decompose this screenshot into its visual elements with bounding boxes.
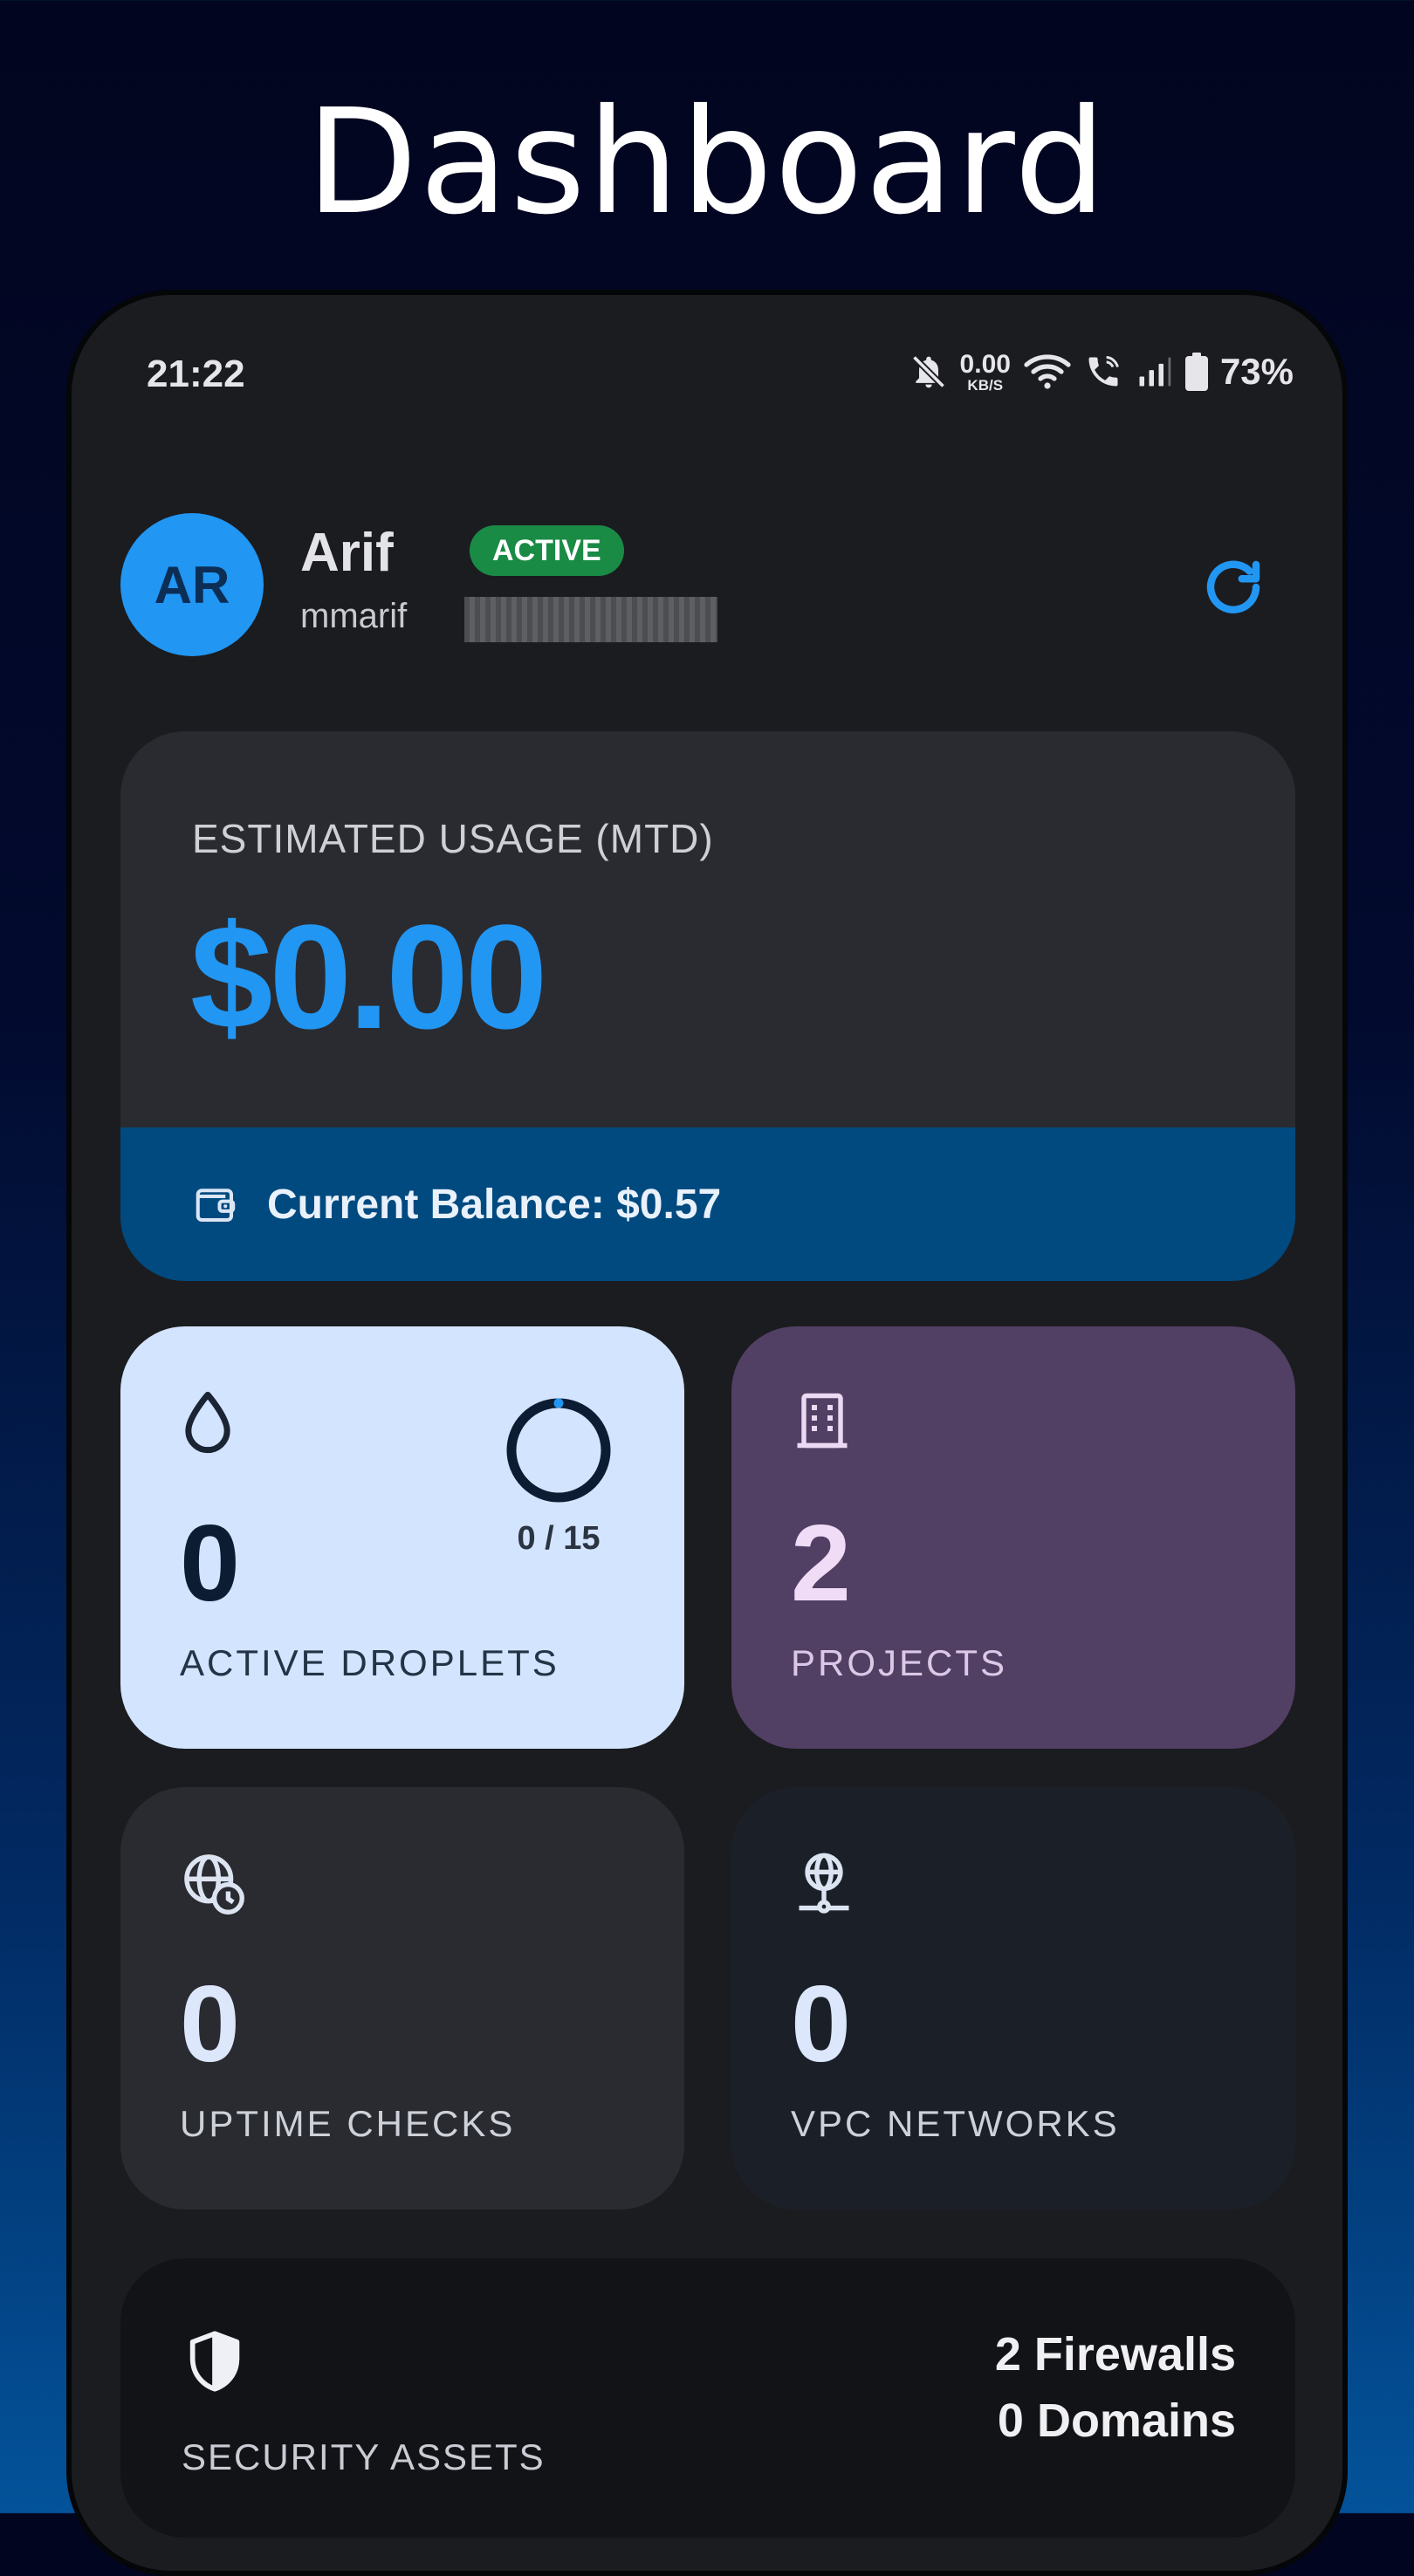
droplet-icon: [185, 1391, 230, 1454]
usage-card[interactable]: ESTIMATED USAGE (MTD) $0.00 Current Bala…: [120, 731, 1295, 1281]
tile-uptime-checks[interactable]: 0 UPTIME CHECKS: [120, 1787, 684, 2209]
net-speed: 0.00 KB/S: [959, 349, 1011, 394]
wallet-icon: [196, 1189, 236, 1223]
avatar[interactable]: AR: [120, 513, 264, 656]
vpc-count: 0: [791, 1964, 851, 2085]
tile-active-droplets[interactable]: 0 / 15 0 ACTIVE DROPLETS: [120, 1326, 684, 1749]
security-stats: 2 Firewalls 0 Domains: [995, 2321, 1236, 2454]
vpc-label: VPC NETWORKS: [791, 2103, 1120, 2144]
tile-vpc-networks[interactable]: 0 VPC NETWORKS: [731, 1787, 1295, 2209]
droplet-count: 0: [180, 1504, 240, 1624]
battery-icon: [1184, 353, 1208, 391]
uptime-label: UPTIME CHECKS: [180, 2103, 516, 2144]
security-assets-card[interactable]: SECURITY ASSETS 2 Firewalls 0 Domains: [120, 2258, 1295, 2538]
network-globe-icon: [799, 1853, 849, 1914]
security-label: SECURITY ASSETS: [182, 2436, 546, 2477]
bell-off-icon: [911, 354, 945, 389]
status-time: 21:22: [147, 353, 245, 395]
domains-count: 0 Domains: [997, 2394, 1236, 2447]
user-email: mmarif: [300, 597, 408, 635]
droplet-label: ACTIVE DROPLETS: [180, 1642, 559, 1683]
wifi-icon: [1024, 354, 1071, 389]
projects-count: 2: [791, 1504, 851, 1624]
globe-clock-icon: [184, 1854, 244, 1915]
battery-percent: 73%: [1219, 351, 1294, 392]
usage-value: $0.00: [190, 894, 547, 1060]
user-name: Arif: [300, 523, 394, 583]
status-icons: 0.00 KB/S 73%: [909, 351, 1294, 393]
building-icon: [797, 1393, 848, 1449]
phone-screen: 21:22 0.00 KB/S 73% AR Arif ACTIVE mmari…: [66, 290, 1348, 2576]
firewalls-count: 2 Firewalls: [994, 2328, 1236, 2381]
usage-label: ESTIMATED USAGE (MTD): [192, 816, 714, 861]
balance-bar[interactable]: Current Balance: $0.57: [120, 1127, 1295, 1281]
status-badge: ACTIVE: [470, 525, 624, 576]
profile-header: AR Arif ACTIVE mmarif: [120, 513, 1294, 661]
uptime-count: 0: [180, 1964, 240, 2085]
shield-icon: [189, 2331, 240, 2392]
tile-projects[interactable]: 2 PROJECTS: [731, 1326, 1295, 1749]
wifi-call-icon: [1088, 356, 1119, 387]
balance-text: Current Balance: $0.57: [267, 1181, 722, 1228]
page-headline: Dashboard: [305, 79, 1109, 247]
signal-icon: [1139, 357, 1171, 387]
projects-label: PROJECTS: [791, 1642, 1008, 1683]
refresh-icon[interactable]: [1199, 553, 1267, 621]
droplet-ratio: 0 / 15: [517, 1520, 601, 1557]
droplet-usage-ring: [506, 1398, 611, 1503]
status-bar: 21:22 0.00 KB/S 73%: [72, 347, 1342, 400]
email-redaction: [464, 597, 717, 642]
